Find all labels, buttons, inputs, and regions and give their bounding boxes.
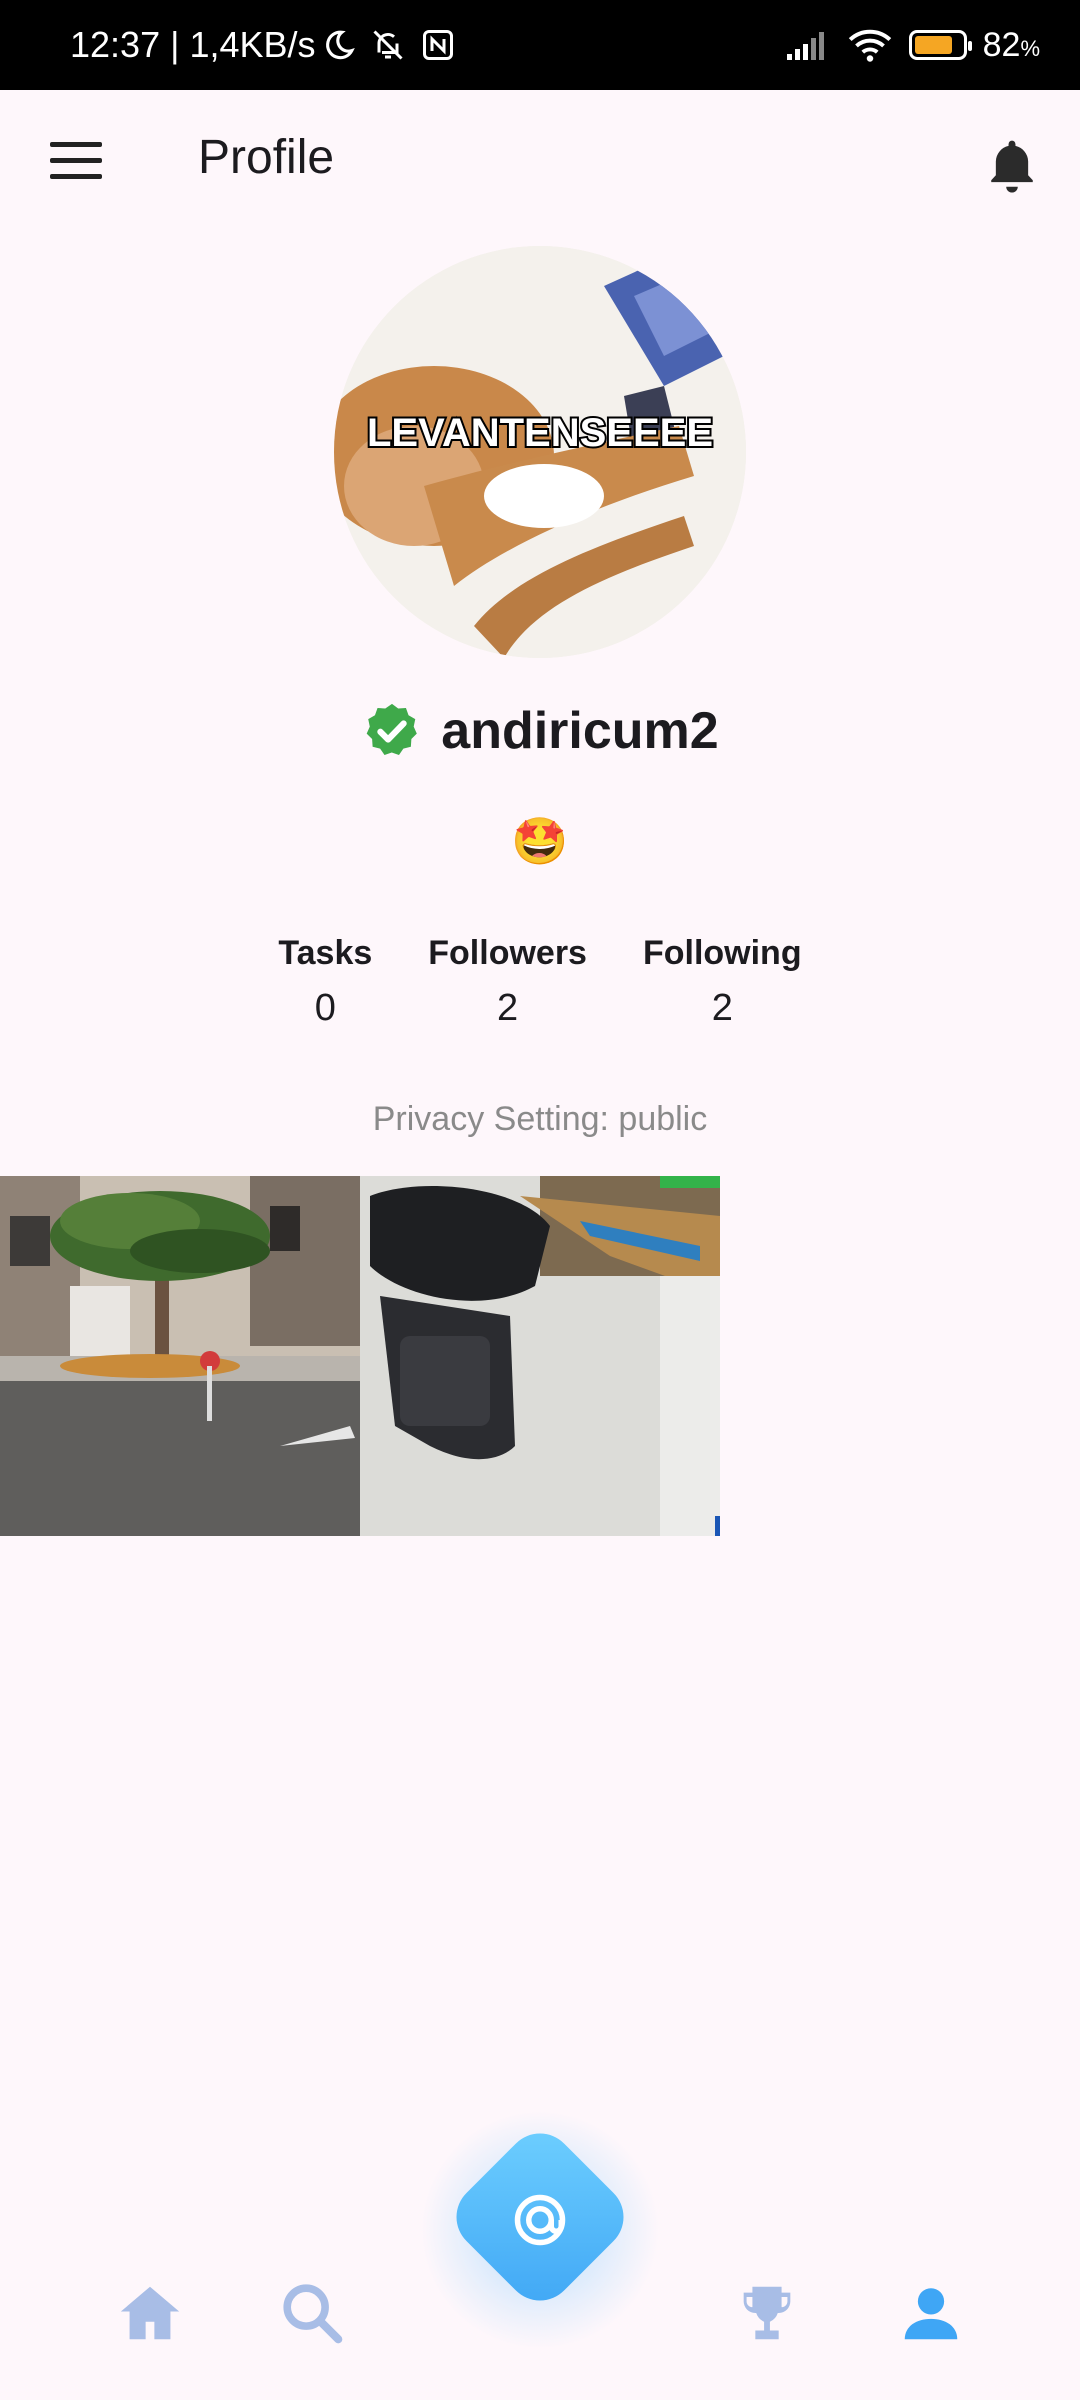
trophy-icon[interactable] <box>732 2278 802 2348</box>
privacy-setting: Privacy Setting: public <box>372 1100 708 1138</box>
stat-value: 2 <box>711 987 733 1029</box>
profile-icon[interactable] <box>896 2278 966 2348</box>
stat-label: Following <box>642 934 802 972</box>
wifi-icon <box>848 29 891 62</box>
avatar[interactable]: LEVANTENSEEEE <box>334 246 746 658</box>
bell-off-icon <box>372 30 403 60</box>
battery-percent: 82 <box>982 25 1021 64</box>
stat-label: Tasks <box>278 934 373 972</box>
profile-stats: Tasks 0 Followers 2 Following 2 <box>0 934 1080 1030</box>
status-time: 12:37 <box>70 24 161 65</box>
bell-icon[interactable] <box>984 136 1040 196</box>
status-speed: | 1,4KB/s <box>170 24 316 65</box>
stat-following[interactable]: Following 2 <box>643 934 802 1030</box>
capture-icon <box>514 2194 566 2246</box>
username: andiricum2 <box>441 702 719 760</box>
bio-emoji: 🤩 <box>511 815 569 867</box>
stat-followers[interactable]: Followers 2 <box>428 934 587 1030</box>
menu-icon[interactable] <box>50 142 102 182</box>
username-row: andiricum2 <box>0 700 1080 762</box>
moon-icon <box>325 30 355 60</box>
battery-icon <box>908 30 972 60</box>
page-title: Profile <box>198 131 335 184</box>
verified-badge-icon <box>366 703 418 756</box>
avatar-caption: LEVANTENSEEEE <box>367 411 713 455</box>
battery-percent-sign: % <box>1020 35 1040 61</box>
app-bar: Profile <box>0 90 1080 240</box>
signal-icon <box>786 32 824 60</box>
post-grid <box>0 1176 720 1536</box>
stat-value: 0 <box>314 987 336 1029</box>
status-bar: 12:37 | 1,4KB/s 82% <box>0 0 1080 90</box>
search-icon[interactable] <box>277 2278 347 2348</box>
home-icon[interactable] <box>115 2278 185 2348</box>
stat-label: Followers <box>428 934 587 972</box>
post-photo-calculator[interactable] <box>360 1176 720 1536</box>
stat-value: 2 <box>497 987 519 1029</box>
nfc-icon <box>422 30 453 60</box>
post-photo-street-palm[interactable] <box>0 1176 360 1536</box>
stat-tasks[interactable]: Tasks 0 <box>278 934 372 1030</box>
avatar-image: LEVANTENSEEEE <box>334 246 746 658</box>
